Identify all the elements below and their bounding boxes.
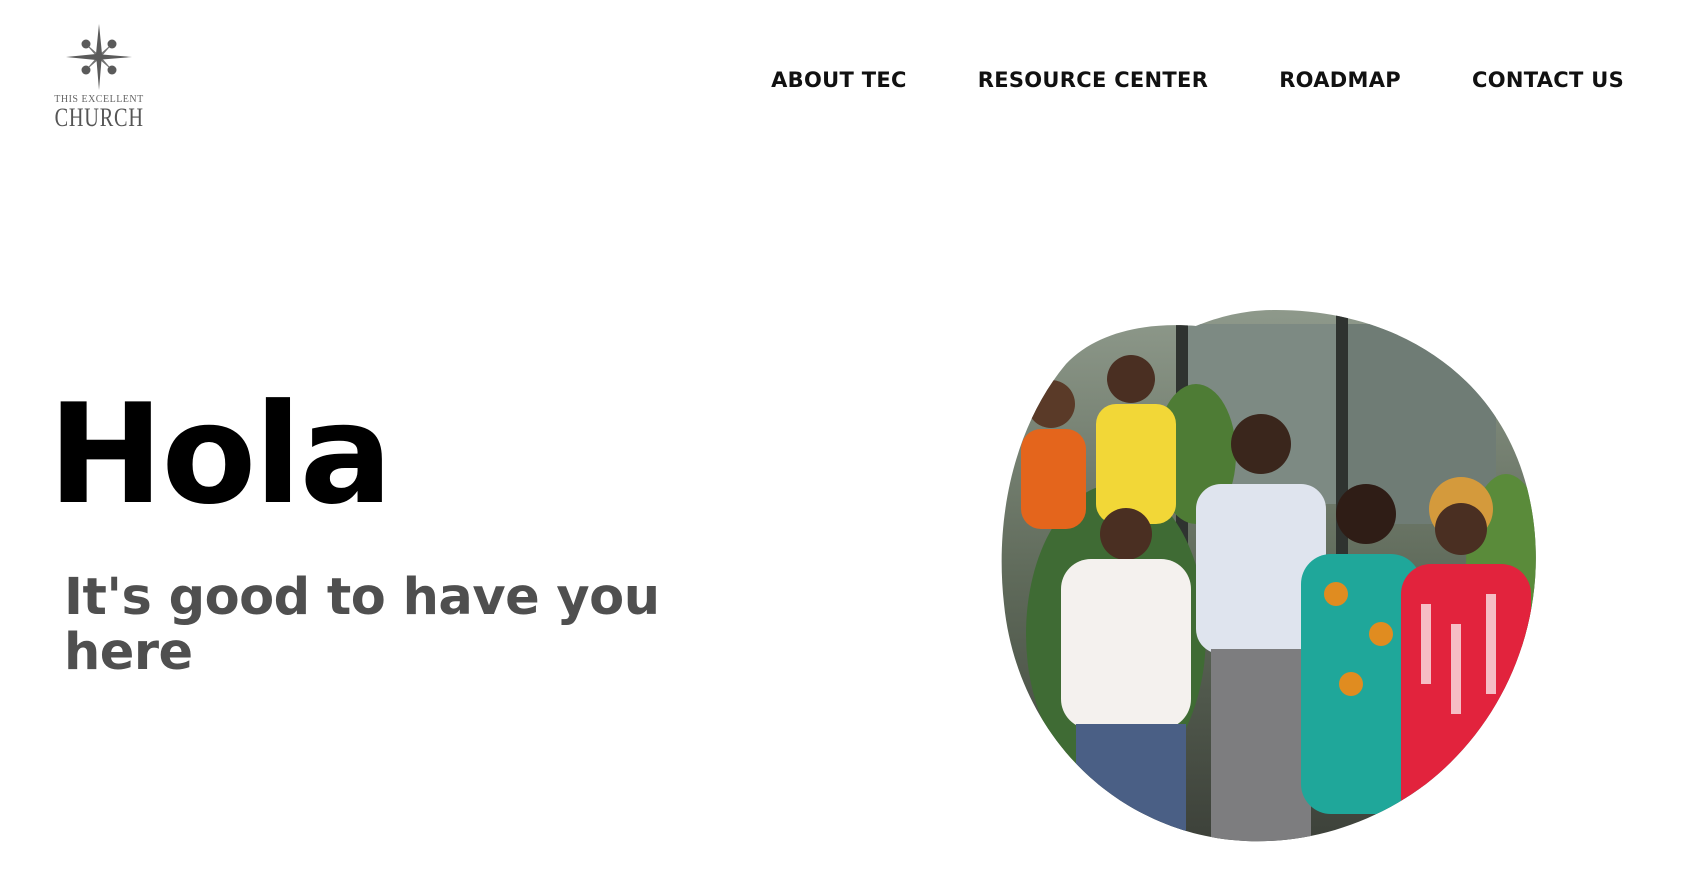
site-logo[interactable]: THIS EXCELLENT CHURCH [52,22,146,134]
nav-link-roadmap[interactable]: ROADMAP [1279,68,1401,92]
compass-star-icon [66,24,132,90]
nav-link-contact-us[interactable]: CONTACT US [1472,68,1624,92]
nav-link-resource-center[interactable]: RESOURCE CENTER [978,68,1208,92]
group-photo [996,304,1550,854]
logo-wordmark: CHURCH [54,103,144,132]
main-navigation: ABOUT TEC RESOURCE CENTER ROADMAP CONTAC… [771,68,1624,92]
hero-subtitle: It's good to have you here [64,568,660,682]
hero-title: Hola [48,374,393,535]
nav-link-about-tec[interactable]: ABOUT TEC [771,68,907,92]
group-photo-image [1001,310,1536,842]
